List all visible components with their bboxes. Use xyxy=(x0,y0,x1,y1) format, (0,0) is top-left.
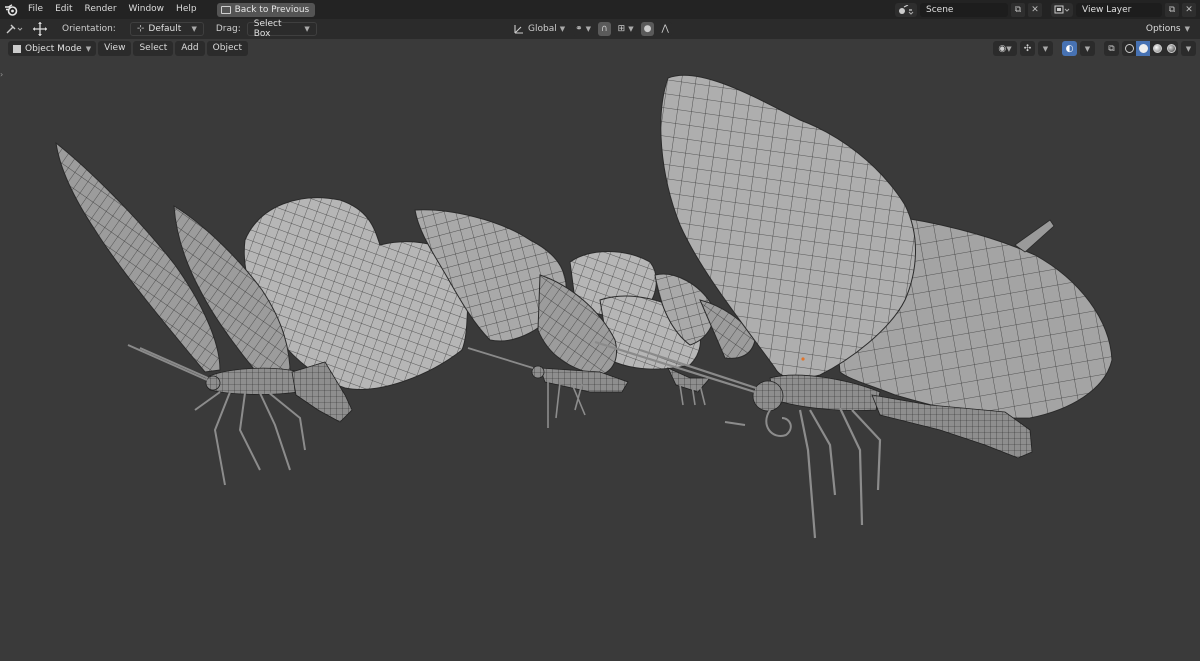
xray-icon: ⧉ xyxy=(1108,43,1115,54)
new-view-layer-icon[interactable]: ⧉ xyxy=(1165,2,1179,17)
chevron-down-icon: ▼ xyxy=(1184,25,1190,33)
transform-space-value: Global xyxy=(528,24,557,34)
rendered-sphere-icon xyxy=(1166,44,1176,53)
menu-render[interactable]: Render xyxy=(79,0,123,19)
back-to-previous-button[interactable]: Back to Previous xyxy=(216,2,316,17)
xray-toggle[interactable]: ⧉ xyxy=(1104,41,1119,56)
menu-edit[interactable]: Edit xyxy=(49,0,78,19)
move-tool-icon[interactable] xyxy=(30,21,50,37)
scene-name-field[interactable]: Scene xyxy=(920,2,1008,17)
solid-shading-button[interactable] xyxy=(1136,41,1150,56)
menu-window[interactable]: Window xyxy=(123,0,171,19)
chevron-down-icon: ▼ xyxy=(628,25,634,33)
gizmo-icon: ✣ xyxy=(1023,43,1032,54)
link-icon: ⚭ xyxy=(575,24,583,34)
solid-sphere-icon xyxy=(1138,44,1148,53)
object-mode-icon xyxy=(13,44,21,53)
screen-icon xyxy=(220,5,231,14)
orientation-dropdown[interactable]: ⊹ Default ▼ xyxy=(129,22,204,36)
view-layer-field[interactable]: View Layer xyxy=(1076,2,1162,17)
visibility-dropdown[interactable]: ◉ ▼ xyxy=(993,41,1017,56)
snap-grid-icon: ⊞ xyxy=(617,24,626,34)
shading-dropdown[interactable]: ▼ xyxy=(1181,41,1196,56)
proportional-editing-icon: ● xyxy=(643,24,652,34)
butterfly-left-mesh[interactable] xyxy=(55,141,473,486)
view-layer-selector-icon[interactable] xyxy=(1051,2,1073,17)
proportional-editing-toggle[interactable]: ● xyxy=(640,22,655,36)
tool-header: Orientation: ⊹ Default ▼ Drag: Select Bo… xyxy=(0,19,1200,39)
chevron-down-icon: ▼ xyxy=(1185,44,1192,53)
gizmo-dropdown[interactable]: ▼ xyxy=(1038,41,1053,56)
menu-help[interactable]: Help xyxy=(170,0,203,19)
orientation-label: Orientation: xyxy=(62,24,116,34)
chevron-down-icon: ▼ xyxy=(585,25,592,33)
viewport-menu-view[interactable]: View xyxy=(98,41,132,56)
viewport-menu-add[interactable]: Add xyxy=(175,41,205,56)
back-to-previous-label: Back to Previous xyxy=(234,4,310,15)
viewport-menu-object[interactable]: Object xyxy=(206,41,248,56)
scene-selector-icon[interactable] xyxy=(895,2,917,17)
delete-view-layer-icon[interactable]: ✕ xyxy=(1182,2,1196,17)
scene-controls: Scene ⧉ ✕ View Layer ⧉ ✕ xyxy=(895,0,1200,19)
new-scene-icon[interactable]: ⧉ xyxy=(1011,2,1025,17)
eye-icon: ◉ xyxy=(998,43,1007,54)
top-menu-bar: File Edit Render Window Help Back to Pre… xyxy=(0,0,1200,19)
transform-tools: Global ▼ ⚭ ▼ ∩ ⊞ ▼ ● ⋀ xyxy=(510,21,672,37)
orientation-axis-icon: ⊹ xyxy=(136,24,145,34)
chevron-down-icon: ▼ xyxy=(1042,44,1049,53)
wireframe-shading-button[interactable] xyxy=(1122,41,1136,56)
3d-viewport[interactable] xyxy=(0,58,1200,661)
overlays-icon: ◐ xyxy=(1065,43,1074,54)
falloff-curve-icon: ⋀ xyxy=(661,24,669,34)
drag-label: Drag: xyxy=(215,24,241,34)
chevron-down-icon: ▼ xyxy=(1084,44,1091,53)
transform-axes-icon xyxy=(514,25,523,34)
drag-value: Select Box xyxy=(253,19,282,39)
chevron-down-icon: ▼ xyxy=(191,25,197,33)
snap-toggle[interactable]: ∩ xyxy=(598,22,611,36)
snap-target-dropdown[interactable]: ⊞ ▼ xyxy=(614,22,637,36)
transform-orientation-dropdown[interactable]: Global ▼ xyxy=(510,22,569,36)
magnet-icon: ∩ xyxy=(601,24,608,34)
orientation-value: Default xyxy=(148,24,182,34)
blender-logo-icon[interactable] xyxy=(0,0,22,19)
shading-mode-group xyxy=(1122,41,1178,56)
viewport-menu-select[interactable]: Select xyxy=(133,41,174,56)
object-mode-value: Object Mode xyxy=(25,43,82,54)
chevron-down-icon: ▼ xyxy=(85,44,92,53)
material-sphere-icon xyxy=(1152,44,1162,53)
menu-file[interactable]: File xyxy=(22,0,49,19)
object-mode-dropdown[interactable]: Object Mode ▼ xyxy=(8,41,97,56)
drag-dropdown[interactable]: Select Box ▼ xyxy=(246,19,317,39)
options-label: Options xyxy=(1145,24,1181,34)
options-button[interactable]: Options ▼ xyxy=(1140,22,1196,36)
material-shading-button[interactable] xyxy=(1150,41,1164,56)
gizmo-toggle[interactable]: ✣ xyxy=(1020,41,1035,56)
rendered-shading-button[interactable] xyxy=(1164,41,1178,56)
tool-settings-icon[interactable] xyxy=(0,21,30,37)
chevron-down-icon: ▼ xyxy=(1006,44,1012,53)
viewport-display-controls: ◉ ▼ ✣ ▼ ◐ ▼ ⧉ ▼ xyxy=(993,41,1196,56)
falloff-dropdown[interactable]: ⋀ xyxy=(658,22,672,36)
viewport-header: Object Mode ▼ View Select Add Object ◉ ▼ … xyxy=(0,39,1200,58)
delete-scene-icon[interactable]: ✕ xyxy=(1028,2,1042,17)
overlays-toggle[interactable]: ◐ xyxy=(1062,41,1077,56)
pivot-point-dropdown[interactable]: ⚭ ▼ xyxy=(572,22,595,36)
overlays-dropdown[interactable]: ▼ xyxy=(1080,41,1095,56)
chevron-down-icon: ▼ xyxy=(559,25,566,33)
wireframe-sphere-icon xyxy=(1124,44,1134,53)
chevron-down-icon: ▼ xyxy=(304,25,310,33)
